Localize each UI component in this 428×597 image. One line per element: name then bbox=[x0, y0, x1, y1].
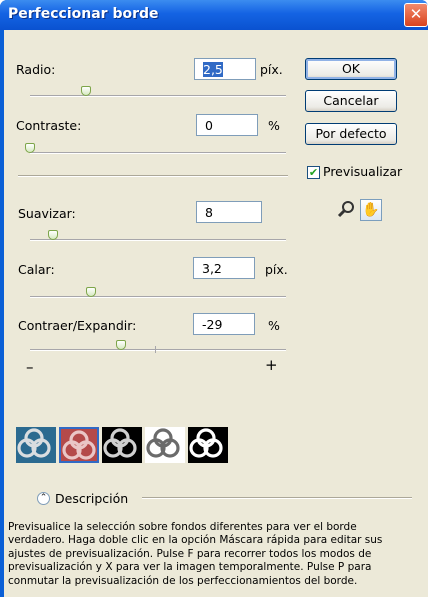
feather-unit: píx. bbox=[265, 262, 288, 277]
feather-slider-track[interactable] bbox=[30, 296, 286, 298]
contrast-slider-thumb[interactable] bbox=[25, 143, 35, 153]
title-bar[interactable]: Perfeccionar borde ✕ bbox=[0, 0, 428, 30]
view-on-black[interactable] bbox=[102, 427, 142, 463]
mask-knot-icon bbox=[189, 428, 223, 458]
view-standard[interactable] bbox=[16, 427, 56, 463]
smooth-slider-track[interactable] bbox=[30, 239, 286, 241]
preview-checkbox[interactable]: ✔ bbox=[307, 166, 320, 179]
dialog-body: Radio: 2,5 píx. Contraste: 0 % Suavizar:… bbox=[4, 30, 428, 597]
feather-label: Calar: bbox=[18, 262, 55, 277]
view-on-white[interactable] bbox=[145, 427, 185, 463]
ok-button[interactable]: OK bbox=[305, 58, 397, 80]
smooth-slider-thumb[interactable] bbox=[48, 230, 59, 240]
plus-sign: + bbox=[265, 356, 278, 374]
radius-label: Radio: bbox=[16, 62, 56, 77]
zoom-icon[interactable] bbox=[335, 199, 357, 221]
description-heading: Descripción bbox=[55, 491, 129, 506]
description-divider bbox=[142, 497, 412, 499]
contrast-slider-track[interactable] bbox=[30, 152, 286, 154]
close-button[interactable]: ✕ bbox=[404, 3, 428, 27]
contract-expand-label: Contraer/Expandir: bbox=[18, 318, 137, 333]
smooth-field[interactable]: 8 bbox=[196, 201, 262, 223]
view-mask[interactable] bbox=[188, 427, 228, 463]
quick-mask-knot-icon bbox=[62, 430, 96, 460]
contract-expand-field[interactable]: -29 bbox=[193, 313, 255, 335]
section-divider bbox=[18, 175, 288, 177]
hand-icon[interactable]: ✋ bbox=[360, 199, 382, 221]
preview-label: Previsualizar bbox=[323, 164, 403, 179]
on-white-knot-icon bbox=[146, 428, 180, 458]
feather-field[interactable]: 3,2 bbox=[193, 257, 255, 279]
contract-expand-slider-thumb[interactable] bbox=[115, 340, 126, 350]
cancel-button[interactable]: Cancelar bbox=[305, 90, 397, 112]
center-tick bbox=[155, 346, 156, 353]
contrast-unit: % bbox=[268, 118, 280, 133]
smooth-label: Suavizar: bbox=[18, 206, 76, 221]
radius-slider-track[interactable] bbox=[30, 95, 286, 97]
contrast-label: Contraste: bbox=[16, 118, 82, 133]
contrast-field[interactable]: 0 bbox=[196, 114, 258, 136]
minus-sign: – bbox=[26, 358, 34, 376]
on-black-knot-icon bbox=[103, 428, 137, 458]
radius-field[interactable]: 2,5 bbox=[194, 58, 256, 80]
standard-knot-icon bbox=[17, 428, 51, 458]
radius-unit: píx. bbox=[260, 62, 283, 77]
contract-expand-slider-track[interactable] bbox=[30, 349, 286, 351]
default-button[interactable]: Por defecto bbox=[305, 123, 397, 145]
dialog-title: Perfeccionar borde bbox=[8, 6, 159, 22]
view-quick-mask[interactable] bbox=[59, 427, 99, 463]
description-expander[interactable]: ⌃ bbox=[37, 492, 50, 505]
contract-expand-unit: % bbox=[268, 318, 280, 333]
description-text: Previsualice la selección sobre fondos d… bbox=[8, 521, 383, 587]
dialog-window: Perfeccionar borde ✕ Radio: 2,5 píx. Con… bbox=[0, 0, 428, 597]
